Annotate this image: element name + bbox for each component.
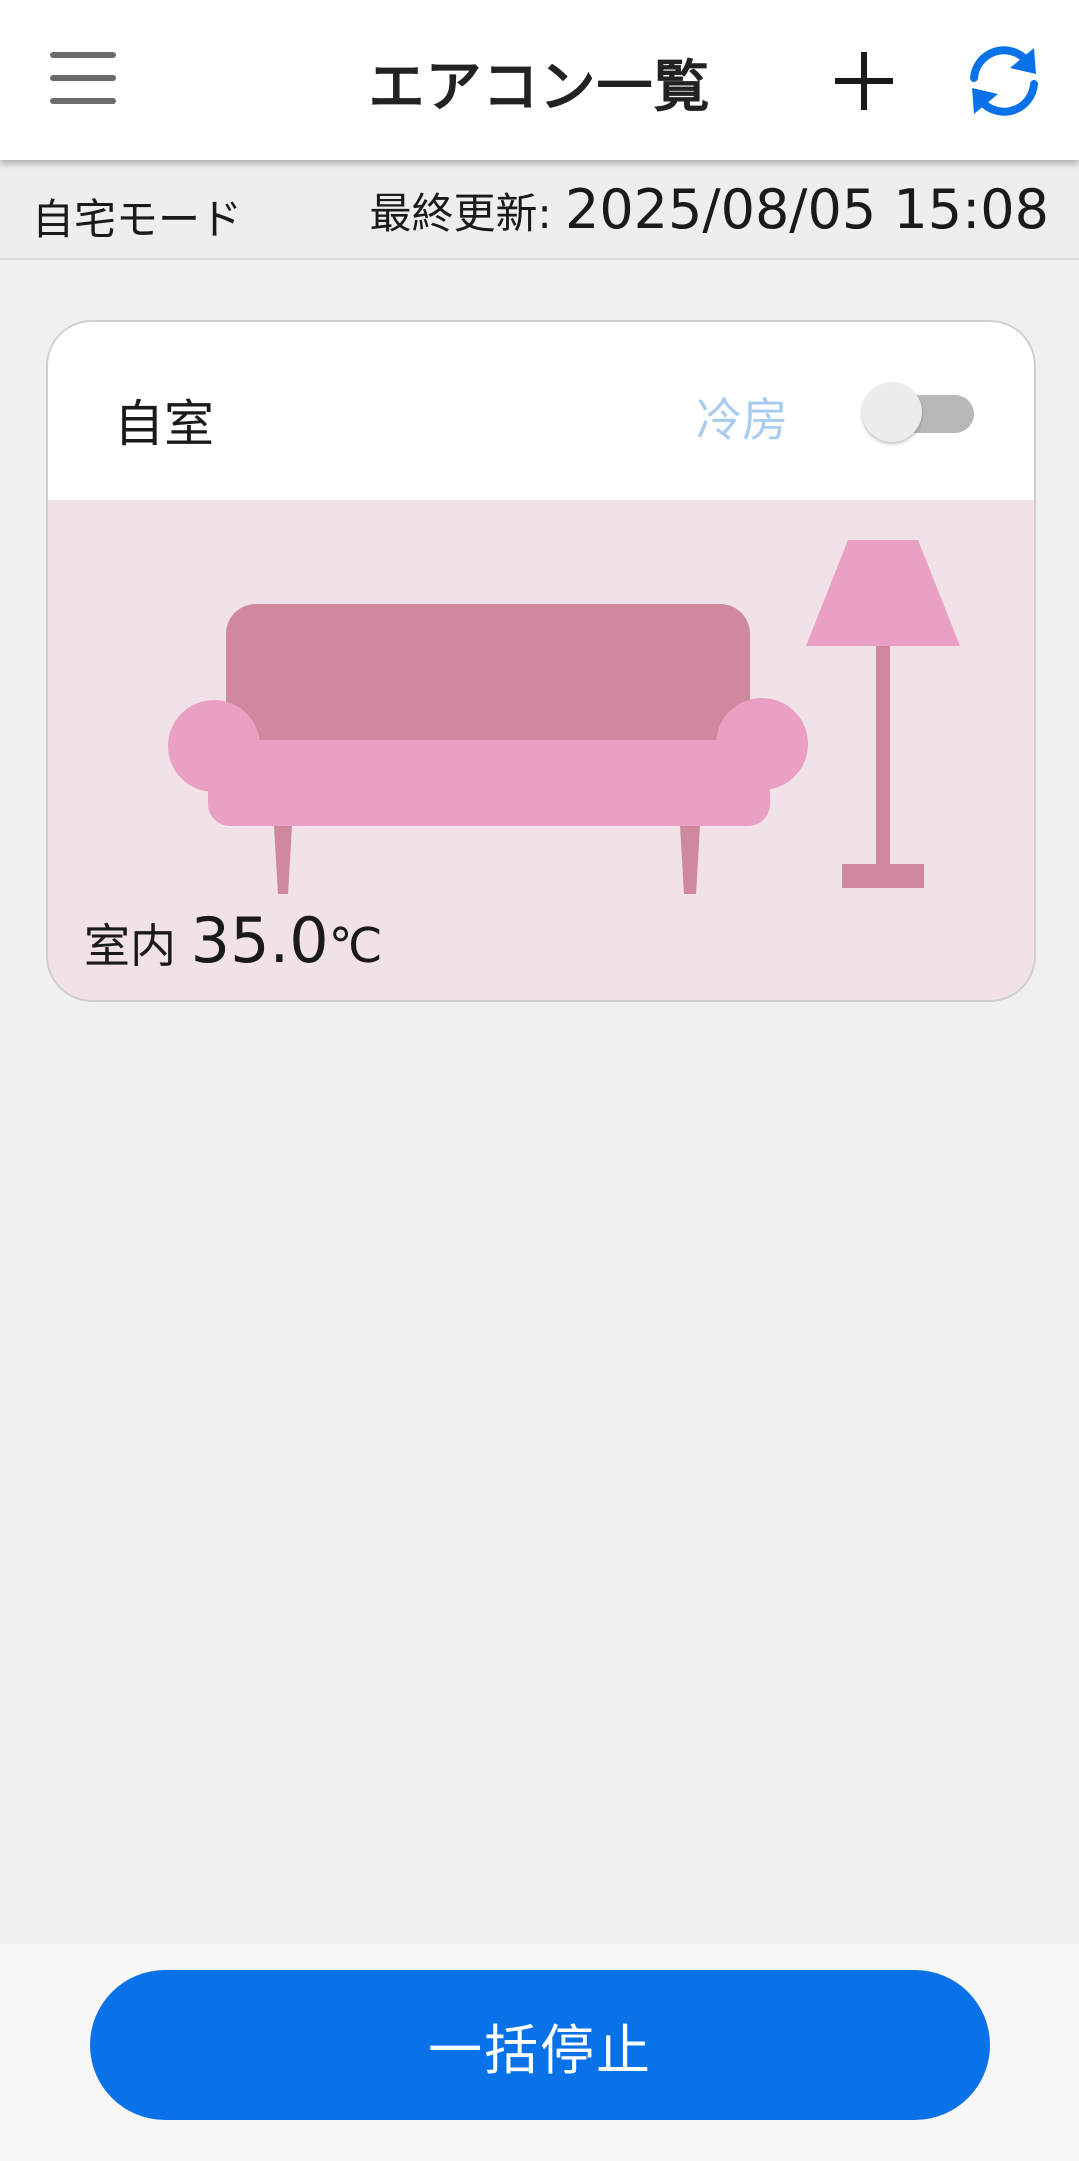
operation-mode-label: 冷房 bbox=[696, 393, 788, 447]
power-toggle[interactable] bbox=[862, 382, 974, 442]
indoor-label: 室内 bbox=[84, 919, 176, 973]
last-updated: 最終更新: 2025/08/05 15:08 bbox=[369, 178, 1049, 241]
home-mode-label: 自宅モード bbox=[32, 195, 243, 244]
indoor-temp-value: 35.0 bbox=[190, 904, 329, 977]
last-updated-time: 2025/08/05 15:08 bbox=[564, 178, 1049, 241]
status-bar: 自宅モード 最終更新: 2025/08/05 15:08 bbox=[0, 160, 1079, 260]
last-updated-label: 最終更新: bbox=[369, 189, 565, 238]
page-title: エアコン一覧 bbox=[368, 55, 711, 120]
room-name: 自室 bbox=[114, 395, 214, 453]
temp-unit: ℃ bbox=[328, 918, 383, 974]
indoor-temperature: 室内 35.0℃ bbox=[84, 904, 383, 977]
room-card-header: 自室 冷房 bbox=[48, 322, 1034, 500]
app-header: エアコン一覧 bbox=[0, 0, 1079, 160]
room-card[interactable]: 自室 冷房 室内 35.0℃ bbox=[46, 320, 1036, 1002]
stop-all-button[interactable]: 一括停止 bbox=[90, 1970, 990, 2120]
refresh-icon[interactable] bbox=[964, 42, 1044, 120]
plus-icon[interactable] bbox=[835, 52, 893, 110]
toggle-knob bbox=[862, 382, 922, 442]
